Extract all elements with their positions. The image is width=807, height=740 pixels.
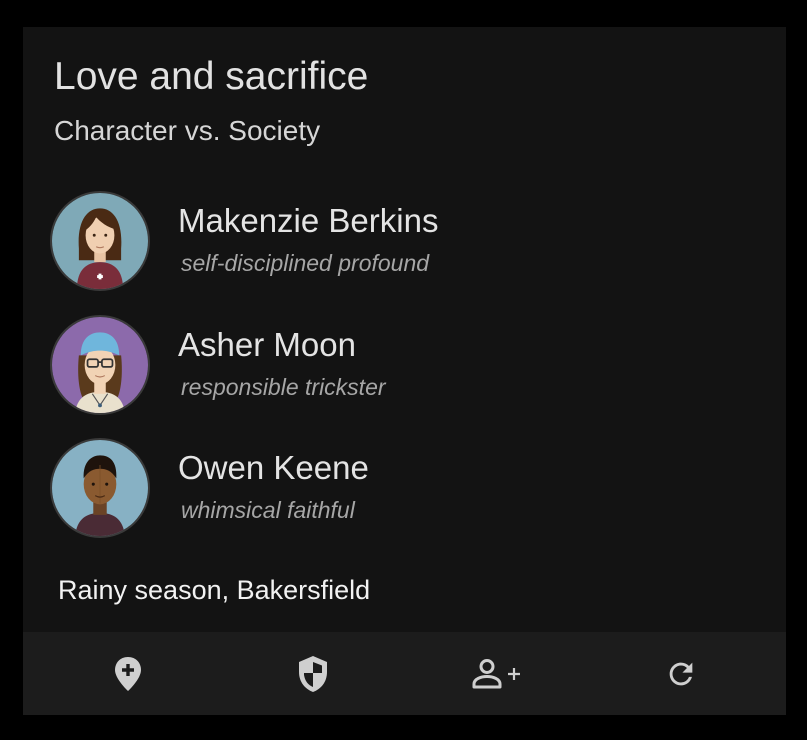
- add-person-icon: [472, 658, 520, 688]
- character-traits: responsible trickster: [181, 374, 386, 400]
- avatar-image: [52, 317, 148, 413]
- refresh-icon: [669, 662, 693, 685]
- person-glasses-bandana-avatar: [50, 315, 150, 415]
- avatar-image: [52, 440, 148, 536]
- add-person-button[interactable]: [402, 632, 592, 715]
- refresh-button[interactable]: [586, 632, 776, 715]
- character-item: Asher Moon responsible trickster: [50, 315, 750, 415]
- woman-brown-hair-avatar: [50, 191, 150, 291]
- avatar-image: [52, 193, 148, 289]
- shield-button[interactable]: [218, 632, 408, 715]
- character-name: Asher Moon: [178, 326, 356, 363]
- add-location-icon: [115, 656, 141, 691]
- character-item: Owen Keene whimsical faithful: [50, 438, 750, 538]
- story-theme-title: Love and sacrifice: [54, 55, 369, 98]
- character-name: Makenzie Berkins: [178, 202, 439, 239]
- story-conflict-subtitle: Character vs. Society: [54, 115, 321, 146]
- character-name: Owen Keene: [178, 449, 369, 486]
- character-item: Makenzie Berkins self-disciplined profou…: [50, 191, 750, 291]
- man-dark-skin-avatar: [50, 438, 150, 538]
- bottom-toolbar: [23, 632, 786, 715]
- character-traits: whimsical faithful: [181, 497, 355, 523]
- shield-icon: [299, 655, 327, 692]
- add-location-button[interactable]: [33, 632, 223, 715]
- story-card: Love and sacrifice Character vs. Society…: [23, 27, 786, 715]
- story-setting: Rainy season, Bakersfield: [58, 575, 371, 605]
- character-traits: self-disciplined profound: [181, 250, 430, 276]
